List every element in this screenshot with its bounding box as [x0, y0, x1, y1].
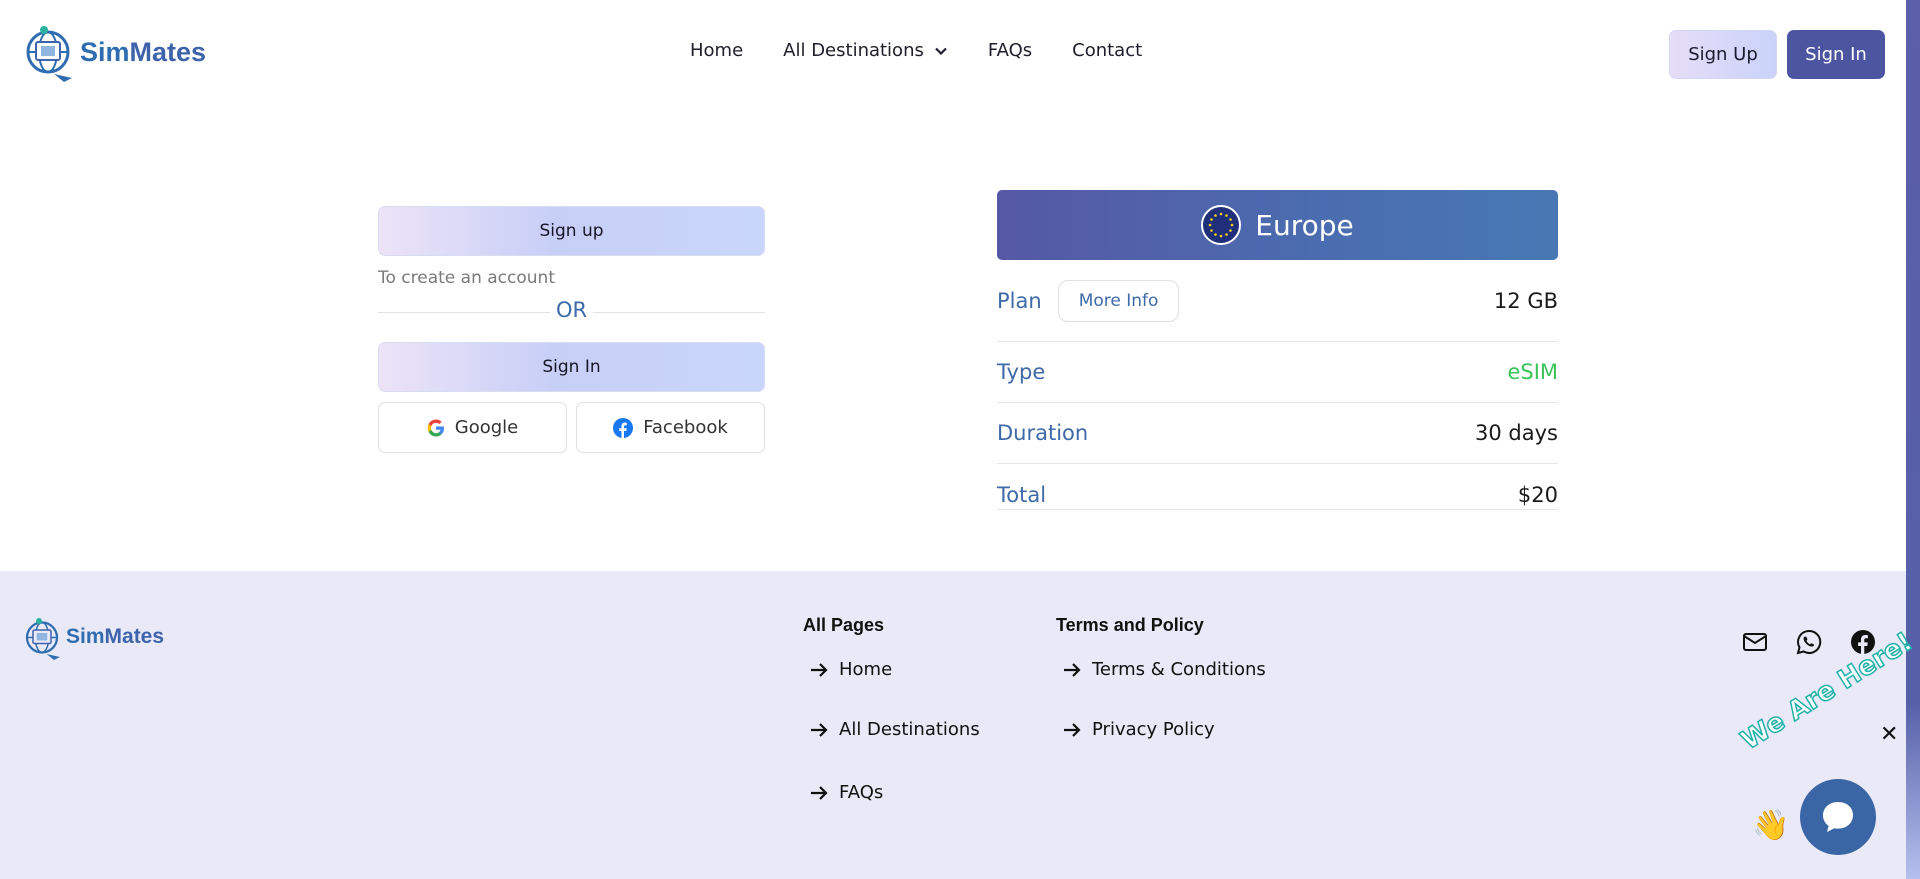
logo-text-sim: Sim	[66, 625, 105, 648]
footer-terms-title: Terms and Policy	[1056, 615, 1204, 635]
footer-link-label: Privacy Policy	[1092, 719, 1215, 740]
chevron-down-icon	[935, 47, 947, 55]
footer-link-label: Home	[839, 659, 893, 680]
nav-item-faqs[interactable]: FAQs	[988, 40, 1032, 61]
plan-card: Europe Plan More Info 12 GB Type eSIM Du…	[997, 190, 1558, 510]
chat-launcher-button[interactable]	[1800, 779, 1876, 855]
mail-icon[interactable]	[1742, 629, 1768, 659]
total-key: Total	[997, 483, 1047, 507]
logo-text: SimMates	[80, 37, 206, 68]
plan-row-type: Type eSIM	[997, 342, 1558, 403]
footer-logo-text: SimMates	[66, 625, 164, 649]
footer-link-label: Terms & Conditions	[1092, 659, 1266, 680]
plan-row-duration: Duration 30 days	[997, 403, 1558, 464]
footer-terms: Terms and Policy Terms & Conditions Priv…	[1056, 615, 1266, 740]
chat-close-icon[interactable]: ✕	[1880, 722, 1898, 747]
footer-all-pages-title: All Pages	[803, 615, 885, 635]
plan-region: Europe	[1255, 208, 1354, 242]
facebook-icon	[613, 417, 634, 438]
nav-label: Contact	[1072, 40, 1143, 61]
logo-text-mates: Mates	[104, 625, 165, 648]
nav-item-all-destinations[interactable]: All Destinations	[783, 40, 948, 61]
divider-line	[593, 312, 765, 313]
arrow-right-icon	[811, 662, 828, 677]
logo-globe-icon	[25, 618, 60, 660]
or-label: OR	[555, 298, 588, 322]
plan-value: 12 GB	[1493, 288, 1558, 313]
footer-all-pages: All Pages Home All Destinations FAQs	[803, 615, 980, 803]
footer-link-label: FAQs	[839, 782, 884, 803]
header-sign-up-button[interactable]: Sign Up	[1669, 30, 1777, 79]
facebook-login-button[interactable]: Facebook	[576, 402, 765, 453]
nav-item-contact[interactable]: Contact	[1072, 40, 1142, 61]
nav-label: All Destinations	[783, 40, 924, 61]
sign-up-subtitle: To create an account	[378, 268, 555, 288]
footer-link-faqs[interactable]: FAQs	[809, 782, 883, 803]
chat-icon	[1823, 802, 1853, 832]
nav-item-home[interactable]: Home	[690, 40, 743, 61]
type-key: Type	[997, 360, 1046, 384]
auth-panel: Sign up To create an account OR Sign In …	[378, 206, 765, 453]
sign-up-button[interactable]: Sign up	[378, 206, 765, 256]
logo-text-mates: Mates	[129, 36, 207, 67]
footer-link-terms[interactable]: Terms & Conditions	[1062, 659, 1266, 680]
footer-social-icons	[1714, 629, 1876, 659]
eu-flag-icon	[1201, 205, 1242, 245]
plan-row-plan: Plan More Info 12 GB	[997, 260, 1558, 342]
footer-link-home[interactable]: Home	[809, 659, 892, 680]
wave-hand-icon: 👋	[1752, 808, 1790, 843]
total-value: $20	[1517, 483, 1558, 507]
type-value: eSIM	[1507, 360, 1558, 384]
header-sign-in-button[interactable]: Sign In	[1787, 30, 1885, 79]
logo[interactable]: SimMates	[24, 24, 206, 84]
nav-label: Home	[690, 40, 744, 61]
logo-globe-icon	[24, 24, 80, 84]
google-login-button[interactable]: Google	[378, 402, 567, 453]
sign-in-button[interactable]: Sign In	[378, 342, 765, 392]
nav-label: FAQs	[987, 40, 1033, 61]
google-login-label: Google	[454, 417, 519, 438]
main-nav: Home All Destinations FAQs Contact	[690, 40, 1182, 61]
footer: SimMates All Pages Home All Destinations…	[0, 571, 1906, 879]
more-info-button[interactable]: More Info	[1057, 279, 1180, 322]
arrow-right-icon	[1064, 662, 1081, 677]
header: SimMates Home All Destinations FAQs Cont…	[0, 0, 1906, 106]
footer-link-all-destinations[interactable]: All Destinations	[809, 719, 980, 740]
plan-key: Plan	[997, 288, 1042, 313]
arrow-right-icon	[811, 722, 828, 737]
footer-link-label: All Destinations	[839, 719, 980, 740]
whatsapp-icon[interactable]	[1796, 629, 1822, 659]
arrow-right-icon	[1064, 722, 1081, 737]
duration-key: Duration	[997, 421, 1089, 445]
duration-value: 30 days	[1475, 421, 1558, 445]
google-icon	[427, 419, 444, 436]
facebook-login-label: Facebook	[643, 417, 728, 438]
plan-header: Europe	[997, 190, 1558, 260]
arrow-right-icon	[811, 785, 828, 800]
footer-logo[interactable]: SimMates	[24, 615, 164, 663]
or-divider: OR	[378, 298, 765, 326]
logo-text-sim: Sim	[80, 36, 130, 67]
scrollbar[interactable]	[1906, 0, 1920, 879]
plan-row-total: Total $20	[997, 464, 1558, 510]
social-login-row: Google Facebook	[378, 402, 765, 453]
footer-link-privacy[interactable]: Privacy Policy	[1062, 719, 1215, 740]
